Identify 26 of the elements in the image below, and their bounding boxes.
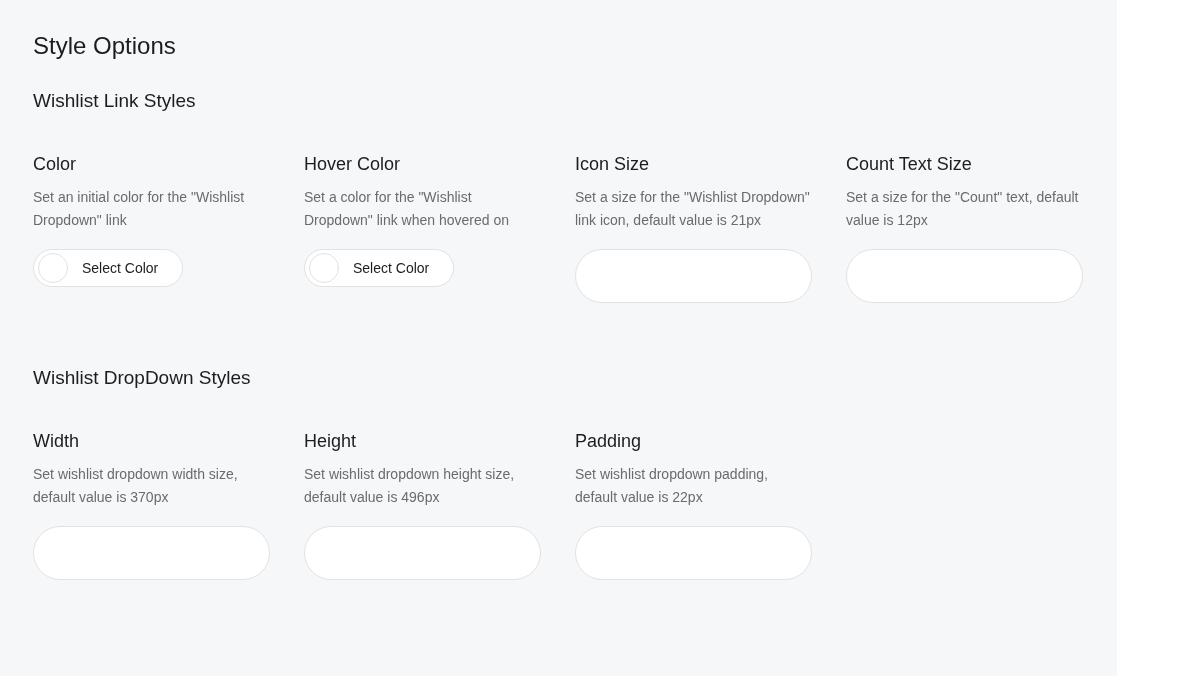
color-swatch-icon	[309, 253, 339, 283]
section-title: Wishlist Link Styles	[33, 89, 197, 113]
select-color-button[interactable]: Select Color	[33, 249, 183, 287]
field-description: Set a size for the "Wishlist Dropdown" link icon, default value is 21px	[575, 188, 811, 230]
field-label: Width	[33, 430, 80, 453]
field-label: Padding	[575, 430, 643, 453]
page-title: Style Options	[33, 31, 177, 61]
select-color-button[interactable]: Select Color	[304, 249, 454, 287]
color-swatch-icon	[38, 253, 68, 283]
input-field[interactable]	[846, 249, 1083, 303]
field-description: Set an initial color for the "Wishlist Dropdown" link	[33, 188, 246, 230]
field-label: Icon Size	[575, 153, 651, 176]
input-field[interactable]	[575, 249, 812, 303]
field-description: Set a color for the "Wishlist Dropdown" link when hovered on	[304, 188, 510, 230]
input-field[interactable]	[575, 526, 812, 580]
field-label: Count Text Size	[846, 153, 973, 176]
field-label: Color	[33, 153, 77, 176]
field-label: Hover Color	[304, 153, 402, 176]
field-label: Height	[304, 430, 358, 453]
input-field[interactable]	[304, 526, 541, 580]
field-description: Set wishlist dropdown width size, default value is 370px	[33, 465, 239, 507]
input-field[interactable]	[33, 526, 270, 580]
field-description: Set a size for the "Count" text, default value is 12px	[846, 188, 1080, 230]
field-description: Set wishlist dropdown height size, default value is 496px	[304, 465, 516, 507]
section-title: Wishlist DropDown Styles	[33, 366, 252, 390]
field-description: Set wishlist dropdown padding, default value is 22px	[575, 465, 769, 507]
